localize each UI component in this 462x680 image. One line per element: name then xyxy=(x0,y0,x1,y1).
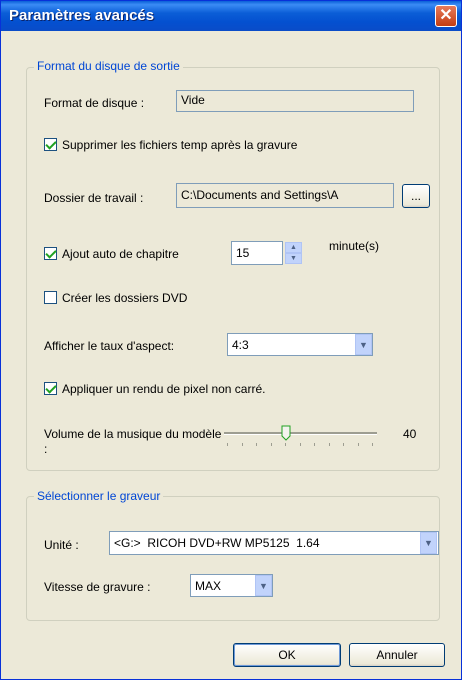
close-icon: ✕ xyxy=(439,7,453,24)
auto-chapter-checkbox[interactable] xyxy=(44,247,57,260)
output-format-legend: Format du disque de sortie xyxy=(34,59,183,73)
slider-tick xyxy=(227,443,228,446)
auto-chapter-label[interactable]: Ajout auto de chapitre xyxy=(62,247,179,261)
burner-legend: Sélectionner le graveur xyxy=(34,489,164,503)
music-volume-label: Volume de la musique du modèle : xyxy=(44,427,222,456)
burn-speed-label: Vitesse de gravure : xyxy=(44,580,151,594)
cancel-button[interactable]: Annuler xyxy=(349,643,445,667)
slider-tick xyxy=(314,443,315,446)
work-folder-label: Dossier de travail : xyxy=(44,191,144,205)
non-square-pixel-checkbox[interactable] xyxy=(44,382,57,395)
work-folder-field[interactable]: C:\Documents and Settings\A xyxy=(176,183,394,208)
aspect-ratio-select[interactable]: 4:3 xyxy=(227,333,373,356)
title-bar[interactable]: Paramètres avancés ✕ xyxy=(1,1,461,31)
slider-tick xyxy=(343,443,344,446)
slider-tick xyxy=(372,443,373,446)
slider-tick xyxy=(357,443,359,446)
auto-chapter-stepper[interactable]: ▲ ▼ xyxy=(285,242,302,264)
music-volume-track[interactable] xyxy=(224,432,377,435)
slider-tick xyxy=(241,443,243,446)
minutes-label: minute(s) xyxy=(329,239,380,253)
delete-temp-label[interactable]: Supprimer les fichiers temp après la gra… xyxy=(62,138,297,152)
burner-group xyxy=(26,496,440,621)
chevron-down-icon[interactable]: ▼ xyxy=(355,334,372,355)
create-dvd-folders-checkbox[interactable] xyxy=(44,291,57,304)
slider-tick xyxy=(285,443,286,446)
window-title: Paramètres avancés xyxy=(9,7,155,24)
output-format-group xyxy=(26,67,440,471)
arrow-down-icon[interactable]: ▼ xyxy=(285,253,302,264)
music-volume-thumb[interactable] xyxy=(281,425,291,441)
delete-temp-checkbox[interactable] xyxy=(44,138,57,151)
chevron-down-icon[interactable]: ▼ xyxy=(255,575,272,596)
non-square-pixel-label[interactable]: Appliquer un rendu de pixel non carré. xyxy=(62,382,265,396)
create-dvd-folders-label[interactable]: Créer les dossiers DVD xyxy=(62,291,187,305)
slider-tick xyxy=(256,443,257,446)
browse-button[interactable]: ... xyxy=(402,184,430,208)
unit-select[interactable]: <G:> RICOH DVD+RW MP5125 1.64 xyxy=(109,531,439,555)
music-volume-value: 40 xyxy=(403,427,417,441)
disc-format-label: Format de disque : xyxy=(44,96,145,110)
auto-chapter-input[interactable]: 15 xyxy=(231,241,283,265)
dialog-window: Paramètres avancés ✕ Format du disque de… xyxy=(0,0,462,680)
unit-label: Unité : xyxy=(44,538,79,552)
slider-tick xyxy=(299,443,301,446)
chevron-down-icon[interactable]: ▼ xyxy=(420,532,437,554)
ok-button[interactable]: OK xyxy=(233,643,341,667)
arrow-up-icon[interactable]: ▲ xyxy=(285,242,302,253)
disc-format-field: Vide xyxy=(176,90,414,112)
close-button[interactable]: ✕ xyxy=(435,5,457,27)
aspect-ratio-label: Afficher le taux d'aspect: xyxy=(44,339,175,353)
slider-tick xyxy=(328,443,330,446)
slider-tick xyxy=(270,443,272,446)
